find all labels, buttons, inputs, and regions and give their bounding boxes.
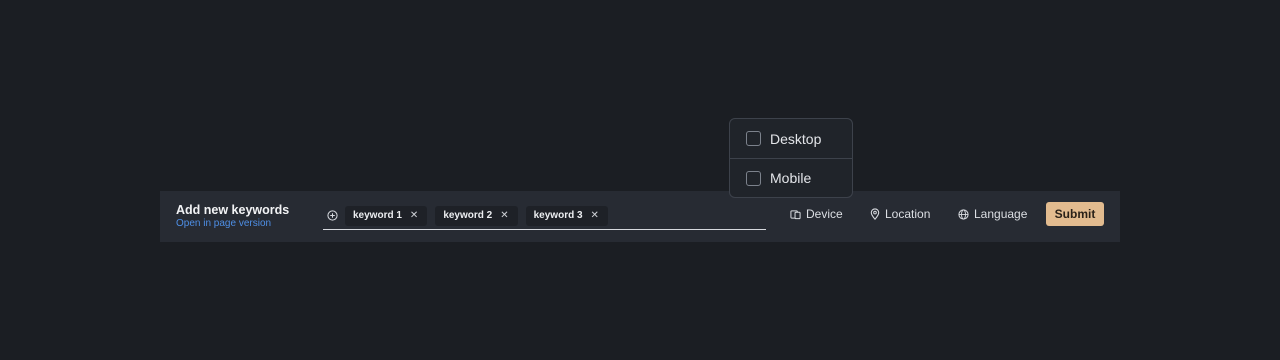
- device-filter-label: Device: [806, 207, 843, 221]
- keyword-chip: keyword 3 ✕: [525, 205, 608, 226]
- submit-button[interactable]: Submit: [1046, 202, 1104, 226]
- open-in-page-link[interactable]: Open in page version: [176, 217, 289, 231]
- keyword-toolbar: Add new keywords Open in page version ke…: [160, 191, 1120, 242]
- globe-icon: [958, 208, 969, 220]
- device-option-label: Mobile: [770, 170, 812, 186]
- location-filter-button[interactable]: Location: [870, 207, 930, 221]
- plus-circle-icon[interactable]: [325, 209, 339, 223]
- language-filter-button[interactable]: Language: [958, 207, 1027, 221]
- desktop-checkbox[interactable]: [746, 131, 761, 146]
- close-icon[interactable]: ✕: [410, 210, 418, 221]
- keyword-input-area[interactable]: keyword 1 ✕ keyword 2 ✕ keyword 3 ✕: [323, 202, 766, 230]
- toolbar-title: Add new keywords: [176, 203, 290, 217]
- keyword-chip-label: keyword 3: [533, 210, 583, 221]
- device-option-desktop[interactable]: Desktop: [730, 119, 852, 158]
- title-block: Add new keywords Open in page version: [176, 203, 289, 231]
- device-icon: [790, 209, 801, 219]
- keyword-chip: keyword 1 ✕: [345, 205, 428, 226]
- device-option-label: Desktop: [770, 130, 822, 147]
- language-filter-label: Language: [974, 207, 1028, 221]
- keyword-chip-label: keyword 2: [443, 210, 493, 221]
- keyword-chip: keyword 2 ✕: [435, 205, 518, 226]
- close-icon[interactable]: ✕: [500, 210, 508, 221]
- mobile-checkbox[interactable]: [746, 170, 761, 186]
- device-option-mobile[interactable]: Mobile: [730, 158, 852, 197]
- keyword-chip-label: keyword 1: [353, 210, 402, 221]
- device-dropdown: Desktop Mobile: [729, 118, 853, 198]
- close-icon[interactable]: ✕: [591, 210, 599, 221]
- map-pin-icon: [870, 208, 880, 220]
- device-filter-button[interactable]: Device: [790, 207, 843, 221]
- location-filter-label: Location: [885, 207, 931, 221]
